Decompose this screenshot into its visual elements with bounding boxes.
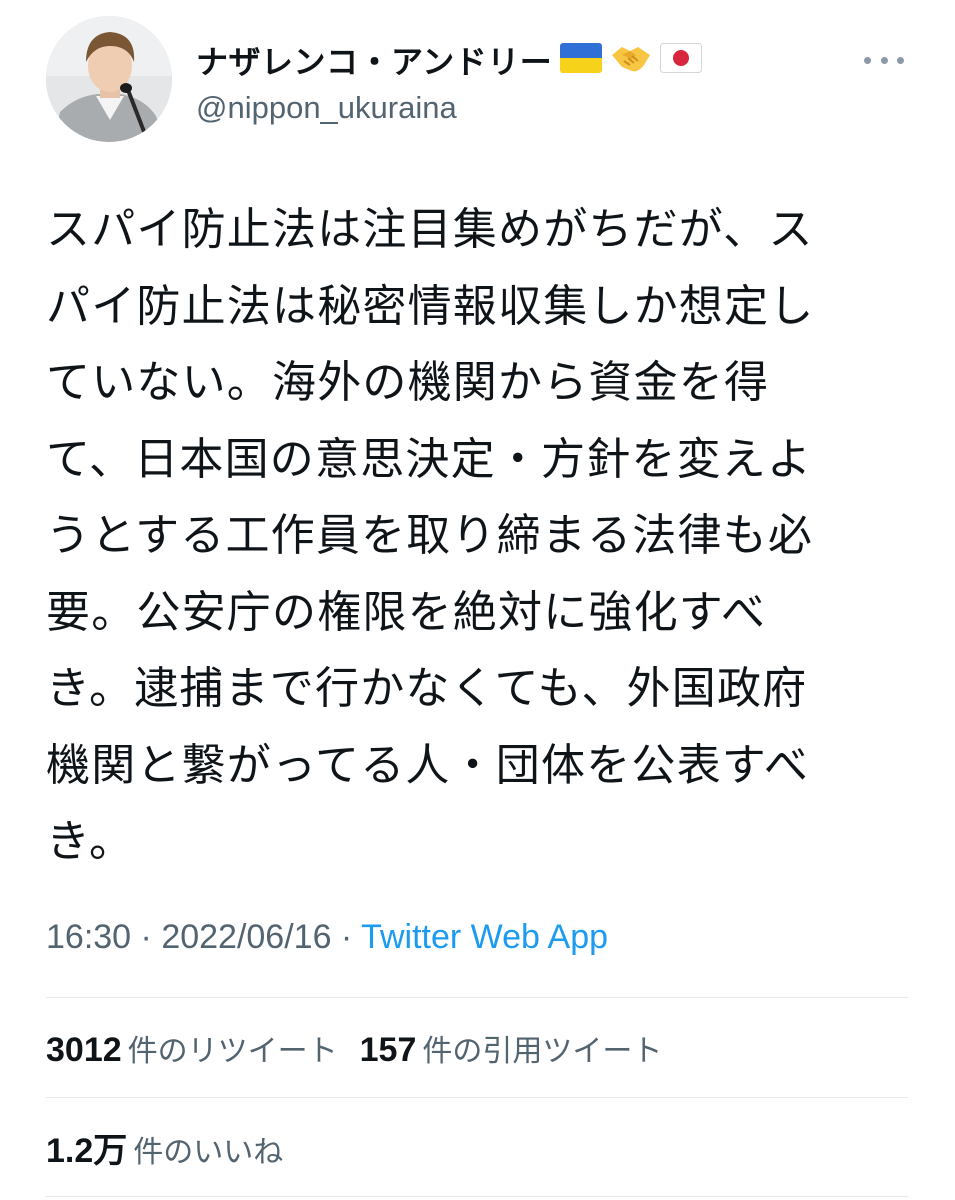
ukraine-flag-icon bbox=[560, 43, 603, 77]
tweet-text-line: 機関と繋がってる人・団体を公表すべ bbox=[46, 739, 810, 791]
tweet-text: スパイ防止法は注目集めがちだが、ス パイ防止法は秘密情報収集しか想定し ていない… bbox=[46, 192, 896, 881]
retweets-count: 3012 bbox=[46, 1031, 122, 1069]
more-options-icon[interactable] bbox=[864, 50, 904, 70]
avatar[interactable] bbox=[46, 16, 172, 142]
user-handle[interactable]: @nippon_ukuraina bbox=[196, 90, 702, 126]
display-name-row[interactable]: ナザレンコ・アンドリー bbox=[196, 38, 703, 82]
retweets-stat[interactable]: 3012 件のリツイート bbox=[46, 1026, 338, 1070]
tweet-text-line: て、日本国の意思決定・方針を変えよ bbox=[46, 433, 813, 485]
tweet-text-line: 要。公安庁の権限を絶対に強化すべ bbox=[46, 586, 767, 638]
tweet-text-line: スパイ防止法は注目集めがちだが、ス bbox=[46, 204, 814, 255]
tweet-text-line: パイ防止法は秘密情報収集しか想定し bbox=[46, 280, 815, 332]
likes-count: 1.2万 bbox=[46, 1132, 128, 1170]
handshake-icon bbox=[610, 41, 652, 79]
quotes-stat[interactable]: 157 件の引用ツイート bbox=[360, 1026, 663, 1070]
divider bbox=[46, 1097, 908, 1098]
tweet-meta: 16:30 · 2022/06/16 · Twitter Web App bbox=[46, 918, 608, 957]
divider bbox=[46, 997, 908, 998]
engagement-stats-row: 3012 件のリツイート 157 件の引用ツイート bbox=[46, 1026, 662, 1070]
likes-label: 件のいいね bbox=[133, 1135, 284, 1170]
tweet-text-line: き。 bbox=[46, 816, 135, 867]
tweet-source-link[interactable]: Twitter Web App bbox=[361, 918, 608, 956]
display-name: ナザレンコ・アンドリー bbox=[196, 43, 553, 81]
retweets-label: 件のリツイート bbox=[127, 1034, 338, 1069]
tweet-time[interactable]: 16:30 bbox=[46, 918, 131, 956]
meta-separator: · bbox=[331, 918, 362, 956]
meta-separator: · bbox=[131, 918, 162, 956]
author-names: ナザレンコ・アンドリー @nippon_ukuraina bbox=[196, 38, 703, 126]
likes-stat[interactable]: 1.2万 件のいいね bbox=[46, 1123, 283, 1172]
tweet-date[interactable]: 2022/06/16 bbox=[161, 918, 331, 956]
likes-stats-row: 1.2万 件のいいね bbox=[46, 1123, 283, 1172]
quotes-count: 157 bbox=[359, 1031, 417, 1069]
tweet-text-line: うとする工作員を取り締まる法律も必 bbox=[46, 510, 814, 561]
quotes-label: 件の引用ツイート bbox=[422, 1034, 663, 1069]
japan-flag-icon bbox=[660, 43, 703, 77]
avatar-photo-icon bbox=[46, 16, 172, 142]
tweet-header: ナザレンコ・アンドリー @nippon_ukuraina bbox=[46, 16, 908, 144]
tweet-detail: ナザレンコ・アンドリー @nippon_ukuraina スパイ防止法は注目集め… bbox=[0, 0, 955, 1200]
tweet-text-line: ていない。海外の機関から資金を得 bbox=[46, 357, 770, 408]
tweet-text-line: き。逮捕まで行かなくても、外国政府 bbox=[46, 663, 808, 714]
divider bbox=[46, 1196, 908, 1197]
